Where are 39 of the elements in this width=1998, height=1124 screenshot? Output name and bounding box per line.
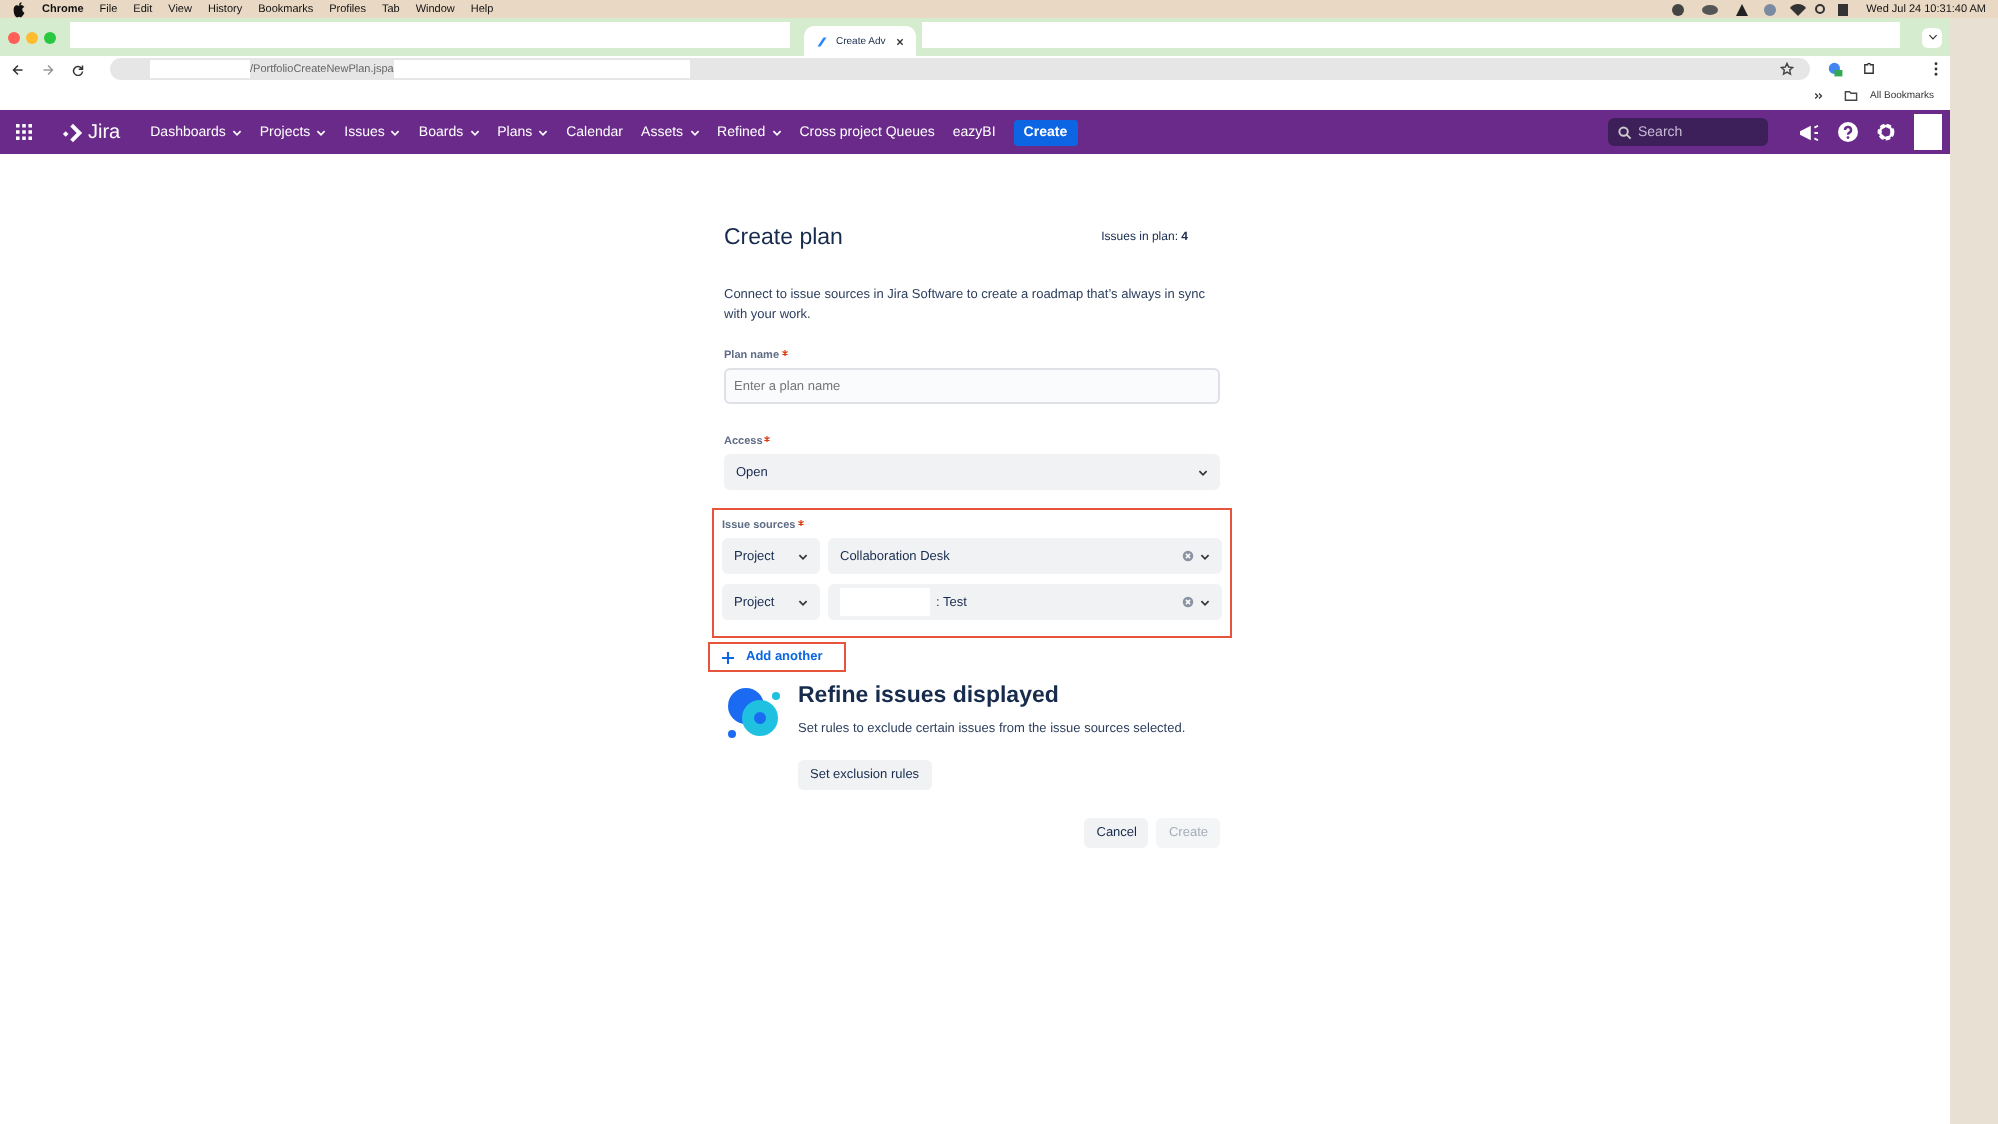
status-icons-drawing[interactable] <box>1670 1 1851 17</box>
section-title: Refine issues displayed <box>798 684 1061 708</box>
caret-icon[interactable] <box>316 129 327 135</box>
page-title: Create plan <box>724 226 843 250</box>
caret-icon[interactable] <box>538 129 549 135</box>
caret-icon <box>798 553 808 559</box>
caret-icon <box>1198 469 1208 475</box>
megaphone-icon[interactable] <box>1798 123 1820 141</box>
double-chevron-icon[interactable] <box>1814 92 1825 100</box>
chevron-down-icon <box>1927 34 1937 40</box>
folder-icon <box>1844 90 1859 102</box>
clear-icon[interactable] <box>1182 550 1194 562</box>
settings-icon[interactable] <box>1876 122 1896 142</box>
reload-icon[interactable] <box>72 63 84 75</box>
jira-tab-icon <box>816 35 828 47</box>
clear-icon[interactable] <box>1182 596 1194 608</box>
redacted-block <box>150 60 250 78</box>
gears-illustration <box>724 684 784 744</box>
app-switcher-icon[interactable] <box>16 124 32 140</box>
jira-logo-icon[interactable] <box>62 121 84 143</box>
tab-search-button[interactable] <box>1922 27 1942 47</box>
apple-icon[interactable] <box>12 1 26 17</box>
forward-icon[interactable] <box>42 63 54 75</box>
caret-icon[interactable] <box>771 129 782 135</box>
caret-icon[interactable] <box>231 129 242 135</box>
caret-icon <box>798 599 808 605</box>
caret-icon <box>1200 553 1210 559</box>
caret-icon <box>1200 599 1210 605</box>
help-icon[interactable] <box>1838 122 1858 142</box>
product-name[interactable]: Jira <box>88 121 121 143</box>
close-icon[interactable] <box>896 37 904 45</box>
back-icon[interactable] <box>12 63 24 75</box>
caret-icon[interactable] <box>469 129 480 135</box>
star-icon[interactable] <box>1780 62 1794 76</box>
puzzle-icon[interactable] <box>1862 62 1876 76</box>
caret-icon[interactable] <box>390 129 401 135</box>
plus-icon <box>722 651 734 663</box>
extension-icon[interactable] <box>1828 61 1844 77</box>
caret-icon[interactable] <box>689 129 700 135</box>
